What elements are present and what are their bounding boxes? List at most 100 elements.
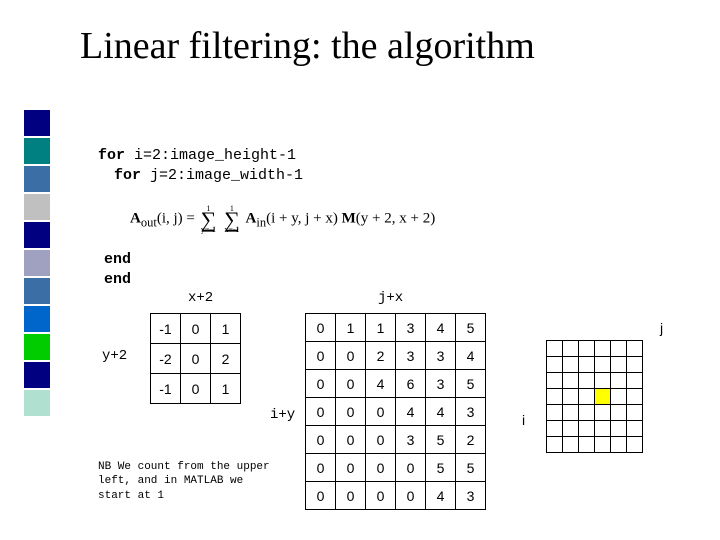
data-cell: 1	[366, 314, 396, 342]
data-cell: 5	[426, 454, 456, 482]
data-cell: 4	[426, 398, 456, 426]
grid-cell	[579, 373, 595, 389]
sigma-2: 1∑x=-1	[224, 206, 240, 233]
sidebar-square	[24, 250, 50, 276]
grid-cell	[595, 341, 611, 357]
sidebar-square	[24, 334, 50, 360]
grid-cell	[595, 405, 611, 421]
grid-cell	[611, 341, 627, 357]
kernel-cell: 1	[211, 314, 241, 344]
data-cell: 4	[396, 398, 426, 426]
data-cell: 0	[336, 342, 366, 370]
f-ain-sub: in	[256, 216, 266, 230]
kernel-cell: -2	[151, 344, 181, 374]
grid-cell	[627, 373, 643, 389]
data-cell: 4	[456, 342, 486, 370]
data-cell: 2	[456, 426, 486, 454]
grid-cell	[579, 341, 595, 357]
grid-cell	[627, 437, 643, 453]
data-cell: 0	[306, 426, 336, 454]
kernel-table: -101-202-101	[150, 313, 241, 404]
data-cell: 3	[456, 398, 486, 426]
grid-cell	[563, 389, 579, 405]
data-cell: 0	[336, 370, 366, 398]
grid-cell	[579, 389, 595, 405]
kernel-cell: 0	[181, 374, 211, 404]
data-cell: 0	[366, 398, 396, 426]
sidebar-square	[24, 306, 50, 332]
data-cell: 3	[396, 314, 426, 342]
data-cell: 3	[426, 342, 456, 370]
label-jx: j+x	[378, 290, 403, 306]
sidebar-square	[24, 362, 50, 388]
sidebar-square	[24, 278, 50, 304]
grid-cell	[547, 405, 563, 421]
f-ain: A	[246, 211, 257, 227]
grid-cell	[627, 389, 643, 405]
grid-cell	[579, 357, 595, 373]
output-grid	[546, 340, 643, 453]
grid-cell	[595, 421, 611, 437]
data-cell: 0	[336, 482, 366, 510]
data-table: 0113450023340046350004430003520000550000…	[305, 313, 486, 510]
kernel-cell: 1	[211, 374, 241, 404]
sidebar-square	[24, 390, 50, 416]
data-cell: 3	[396, 426, 426, 454]
grid-cell	[595, 373, 611, 389]
f-aout: A	[130, 211, 141, 227]
sidebar-square	[24, 194, 50, 220]
grid-cell	[595, 389, 611, 405]
grid-cell	[611, 405, 627, 421]
grid-cell	[611, 357, 627, 373]
grid-cell	[595, 357, 611, 373]
f-m-args: (y + 2, x + 2)	[356, 211, 435, 227]
data-cell: 0	[306, 342, 336, 370]
kw-for-2: for	[114, 167, 141, 184]
data-cell: 5	[426, 426, 456, 454]
data-cell: 3	[426, 370, 456, 398]
data-cell: 3	[456, 482, 486, 510]
grid-cell	[627, 421, 643, 437]
sidebar-square	[24, 110, 50, 136]
grid-cell	[579, 405, 595, 421]
data-cell: 0	[306, 398, 336, 426]
data-cell: 5	[456, 454, 486, 482]
data-cell: 0	[336, 454, 366, 482]
data-cell: 0	[306, 370, 336, 398]
data-cell: 0	[306, 454, 336, 482]
data-cell: 5	[456, 370, 486, 398]
grid-cell	[547, 437, 563, 453]
grid-cell	[547, 341, 563, 357]
f-ain-args: (i + y, j + x)	[266, 211, 338, 227]
f-aout-sub: out	[141, 216, 157, 230]
grid-cell	[595, 437, 611, 453]
grid-cell	[579, 421, 595, 437]
grid-cell	[547, 421, 563, 437]
grid-cell	[563, 373, 579, 389]
grid-cell	[547, 373, 563, 389]
label-x2: x+2	[188, 290, 213, 306]
grid-cell	[611, 421, 627, 437]
f-lhs-args: (i, j) =	[157, 211, 199, 227]
data-cell: 2	[366, 342, 396, 370]
f-m: M	[342, 211, 356, 227]
grid-cell	[611, 389, 627, 405]
sidebar-square	[24, 138, 50, 164]
sidebar-decor	[24, 110, 50, 418]
slide-title: Linear filtering: the algorithm	[80, 24, 535, 68]
data-cell: 0	[366, 454, 396, 482]
kernel-cell: 0	[181, 344, 211, 374]
grid-cell	[627, 341, 643, 357]
code-l1: i=2:image_height-1	[125, 147, 296, 164]
kernel-cell: -1	[151, 314, 181, 344]
data-cell: 4	[426, 314, 456, 342]
data-cell: 0	[306, 482, 336, 510]
kw-for-1: for	[98, 147, 125, 164]
data-cell: 0	[396, 454, 426, 482]
grid-cell	[563, 421, 579, 437]
grid-cell	[547, 389, 563, 405]
grid-cell	[579, 437, 595, 453]
kernel-cell: 0	[181, 314, 211, 344]
grid-cell	[627, 405, 643, 421]
sigma-1: 1∑y=-1	[201, 206, 217, 233]
